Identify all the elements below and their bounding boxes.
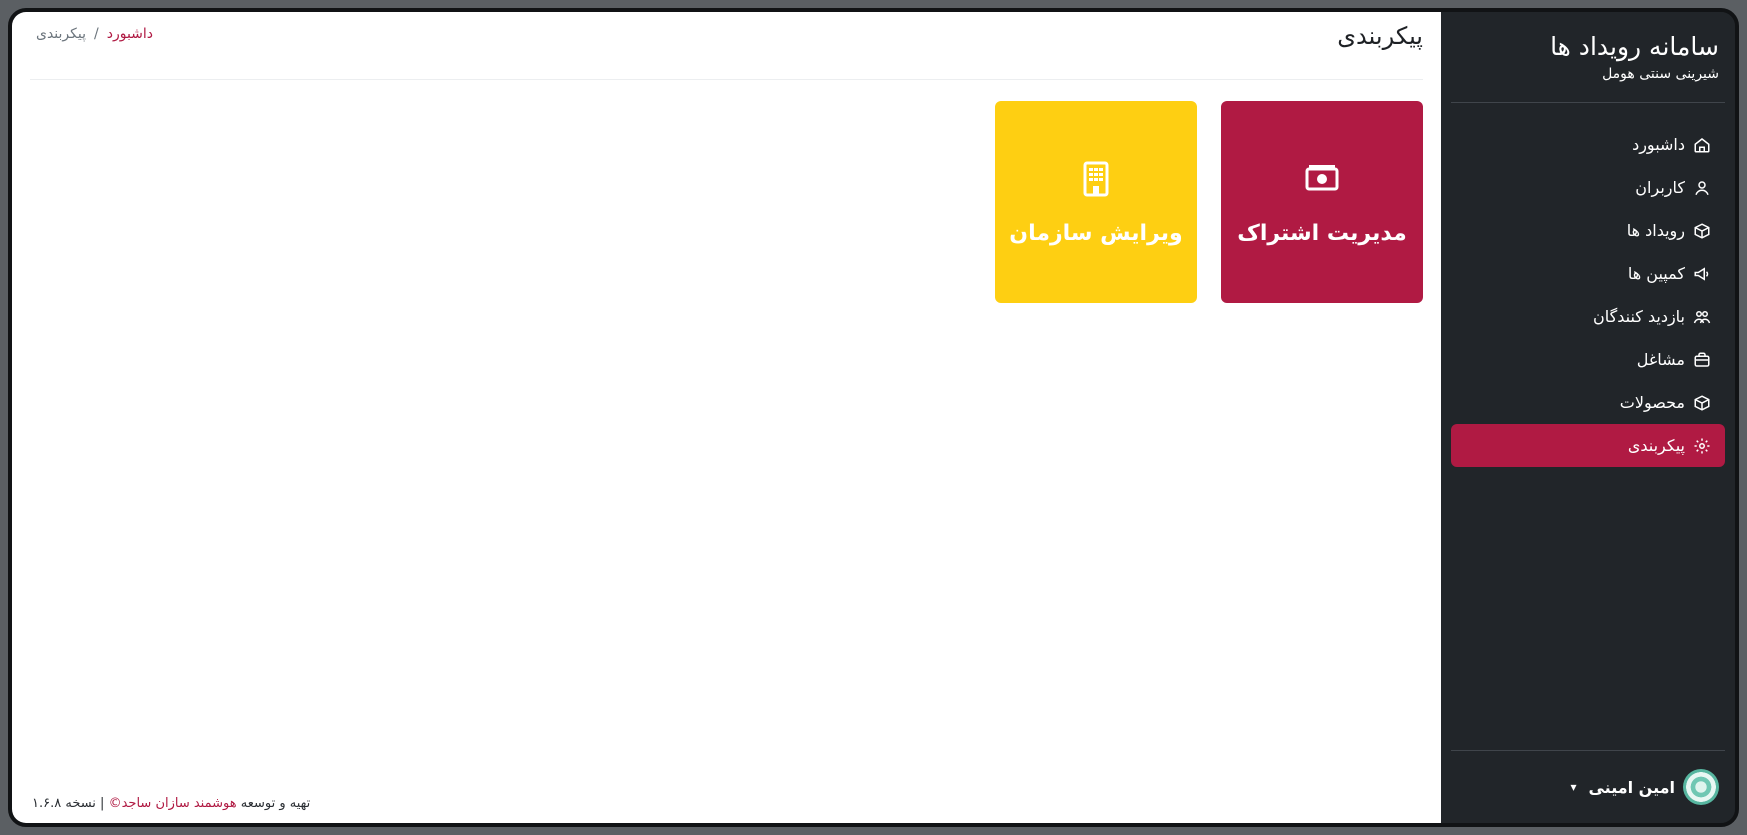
home-icon [1693,136,1711,154]
megaphone-icon [1693,265,1711,283]
sidebar-divider [1451,102,1725,103]
edit-organization-card[interactable]: ویرایش سازمان [995,101,1197,303]
subscription-management-card[interactable]: مدیریت اشتراک [1221,101,1423,303]
sidebar: سامانه رویداد ها شیرینی سنتی هومل داشبور… [1441,12,1735,823]
users-icon [1693,308,1711,326]
box-icon [1693,222,1711,240]
sidebar-item-label: محصولات [1619,393,1685,412]
sidebar-item-visitors[interactable]: بازدید کنندگان [1451,295,1725,338]
sidebar-item-label: کاربران [1635,178,1685,197]
building-icon [1076,159,1116,203]
sidebar-item-campaigns[interactable]: کمپین ها [1451,252,1725,295]
sidebar-item-label: بازدید کنندگان [1592,307,1685,326]
sidebar-item-label: مشاغل [1636,350,1685,369]
sidebar-item-settings[interactable]: پیکربندی [1451,424,1725,467]
main-content: پیکربندی داشبورد / پیکربندی مدیریت اشتراک [12,12,1441,823]
sidebar-item-label: کمپین ها [1627,264,1685,283]
app-window: سامانه رویداد ها شیرینی سنتی هومل داشبور… [8,8,1739,827]
sidebar-nav: داشبورد کاربران رویداد ها کمپین ها بازدی… [1451,123,1725,467]
settings-cards: مدیریت اشتراک ویرایش سازمان [995,101,1423,303]
chevron-down-icon: ▾ [1570,780,1577,794]
card-title: مدیریت اشتراک [1237,220,1407,246]
avatar [1683,769,1719,805]
sidebar-item-products[interactable]: محصولات [1451,381,1725,424]
page-title: پیکربندی [1337,22,1423,50]
card-title: ویرایش سازمان [1009,220,1183,246]
sidebar-item-label: رویداد ها [1626,221,1685,240]
package-icon [1693,394,1711,412]
breadcrumb: داشبورد / پیکربندی [36,22,153,42]
footer-prefix: تهیه و توسعه [240,796,311,811]
org-name: شیرینی سنتی هومل [1602,66,1719,82]
app-title: سامانه رویداد ها [1550,32,1719,61]
sidebar-item-jobs[interactable]: مشاغل [1451,338,1725,381]
user-icon [1693,179,1711,197]
breadcrumb-separator: / [94,26,99,42]
user-menu[interactable]: امین امینی ▾ [1451,750,1725,823]
sidebar-item-label: پیکربندی [1627,436,1685,455]
sidebar-item-label: داشبورد [1632,135,1685,154]
breadcrumb-current: پیکربندی [36,26,87,42]
sidebar-item-events[interactable]: رویداد ها [1451,209,1725,252]
gear-icon [1693,437,1711,455]
sidebar-item-dashboard[interactable]: داشبورد [1451,123,1725,166]
page-footer: تهیه و توسعه هوشمند سازان ساجد© | نسخه ۱… [32,796,310,811]
page-header: پیکربندی داشبورد / پیکربندی [30,12,1423,80]
briefcase-icon [1693,351,1711,369]
breadcrumb-home-link[interactable]: داشبورد [107,26,153,42]
user-name: امین امینی [1588,777,1675,797]
sidebar-item-users[interactable]: کاربران [1451,166,1725,209]
version-label: | نسخه ۱.۶.۸ [32,796,105,811]
company-link[interactable]: هوشمند سازان ساجد© [109,796,237,811]
money-icon [1302,159,1342,203]
